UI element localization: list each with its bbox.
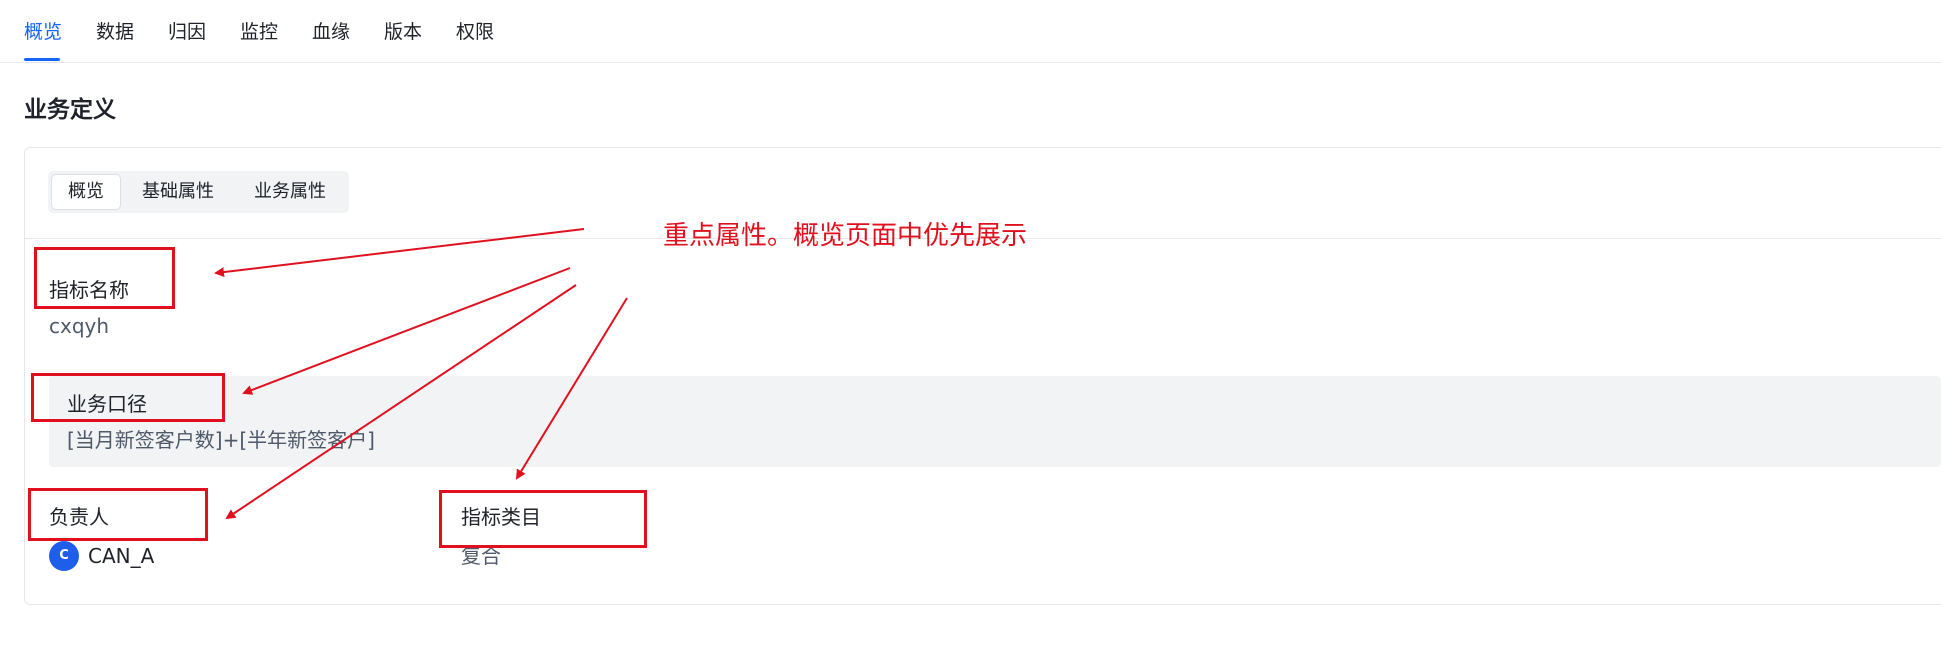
arrow-to-business-caliber	[242, 267, 571, 395]
arrow-to-metric-category	[515, 297, 628, 480]
arrow-to-owner	[225, 284, 577, 520]
annotation-arrows	[214, 228, 628, 520]
arrow-to-metric-name	[214, 228, 585, 278]
